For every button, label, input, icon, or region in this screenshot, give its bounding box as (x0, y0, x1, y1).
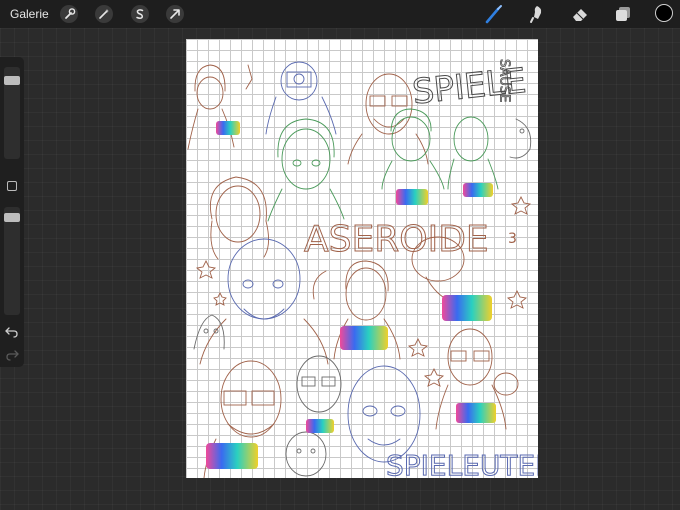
redo-button[interactable] (4, 348, 20, 362)
left-sidebar (0, 57, 24, 367)
top-toolbar: Galerie (0, 0, 680, 28)
undo-button[interactable] (4, 325, 20, 339)
color-swatch[interactable] (655, 4, 673, 22)
layers-icon (616, 7, 630, 21)
selection-s-icon (136, 9, 144, 19)
undo-icon (5, 327, 18, 338)
layers-button[interactable] (613, 4, 633, 24)
opacity-thumb[interactable] (4, 213, 20, 222)
modify-button[interactable] (7, 181, 17, 191)
drawing-canvas[interactable]: SPIELE SAUSE ASEROIDE 3 SPIELEUTER (186, 39, 538, 478)
wrench-icon (65, 8, 76, 19)
eraser-tool-button[interactable] (570, 4, 590, 24)
smudge-tool-button[interactable] (527, 4, 547, 24)
gallery-button[interactable]: Galerie (10, 7, 49, 21)
eraser-icon (573, 9, 587, 21)
brush-size-thumb[interactable] (4, 76, 20, 85)
brush-icon (485, 5, 502, 24)
magic-wand-icon (99, 9, 109, 19)
sticker (206, 121, 496, 469)
smudge-icon (530, 6, 542, 23)
paint-tool-button[interactable] (484, 4, 504, 24)
redo-icon (6, 350, 19, 361)
transform-button[interactable] (166, 5, 184, 23)
sticker-layer (206, 121, 496, 469)
transform-arrow-icon (170, 9, 180, 19)
selection-button[interactable] (131, 5, 149, 23)
actions-button[interactable] (60, 5, 78, 23)
adjustments-button[interactable] (95, 5, 113, 23)
opacity-slider[interactable] (4, 207, 20, 315)
